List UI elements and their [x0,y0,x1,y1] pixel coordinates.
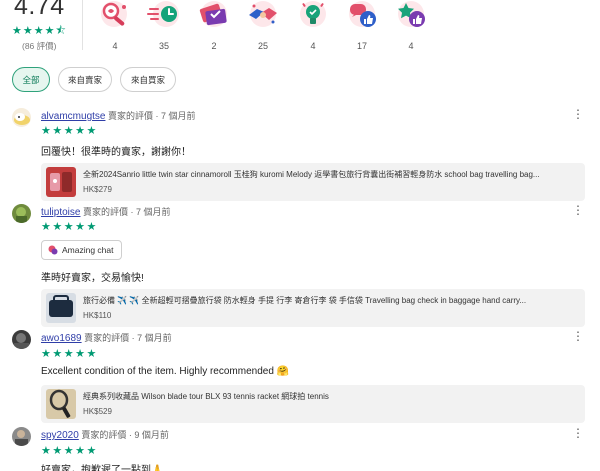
badge-count: 17 [356,41,367,51]
badge-count: 25 [257,41,268,51]
review-item: tuliptoise 賣家的評價 · 7 個月前 ⋮ ★★★★★ Amazing… [0,202,600,327]
avatar-image-icon [12,427,31,446]
badge-fast-clock[interactable]: 35 [144,0,184,51]
avatar[interactable] [12,330,31,349]
review-header: alvamcmugtse 賣家的評價 · 7 個月前 [41,109,196,122]
review-stars: ★★★★★ [41,221,98,233]
product-title: 全新2024Sanrio little twin star cinnamorol… [83,170,540,179]
avatar-image-icon [12,204,31,223]
filter-from-buyer-chip[interactable]: 來自買家 [120,67,176,92]
review-meta: 賣家的評價 · 7 個月前 [84,333,172,343]
reviewed-product-card[interactable]: 經典系列收藏品 Wilson blade tour BLX 93 tennis … [41,385,585,423]
product-title: 旅行必備 ✈️ ✈️ 全新超輕可摺疊旅行袋 防水輕身 手提 行李 寄倉行李 袋 … [83,296,527,305]
review-tag-chip: Amazing chat [41,240,122,260]
badge-magnifier-heart[interactable]: 4 [95,0,135,51]
product-thumbnail [46,389,76,419]
product-price: HK$110 [83,311,112,320]
avatar[interactable] [12,108,31,127]
reviewer-username[interactable]: spy2020 [41,430,79,441]
chat-bubble-icon [48,245,58,255]
review-tag-label: Amazing chat [62,245,114,255]
review-item: awo1689 賣家的評價 · 7 個月前 ⋮ ★★★★★ Excellent … [0,326,600,424]
review-item: spy2020 賣家的評價 · 9 個月前 ⋮ ★★★★★ 好賣家，抱歉遲了一點… [0,424,600,471]
summary-divider [82,0,83,50]
review-text: 好賣家，抱歉遲了一點到🙏 [41,465,164,471]
badge-handshake[interactable]: 25 [243,0,283,51]
reviewer-username[interactable]: alvamcmugtse [41,111,105,122]
filter-from-seller-chip[interactable]: 來自賣家 [58,67,112,92]
product-image-icon [46,293,76,323]
review-meta: 賣家的評價 · 7 個月前 [107,111,196,121]
reviewer-username[interactable]: awo1689 [41,333,82,344]
review-header: spy2020 賣家的評價 · 9 個月前 [41,428,169,441]
product-title: 經典系列收藏品 Wilson blade tour BLX 93 tennis … [83,392,329,401]
product-image-icon [46,167,76,197]
badge-star-thumbs-up[interactable]: 4 [391,0,431,51]
badge-count: 35 [158,41,169,51]
avatar-image-icon [12,108,31,127]
review-stars: ★★★★★ [41,348,98,360]
badge-count: 4 [310,41,316,51]
review-meta: 賣家的評價 · 7 個月前 [82,207,171,217]
fast-clock-icon [147,1,179,27]
avatar[interactable] [12,427,31,446]
badge-ticket[interactable]: 2 [194,0,234,51]
review-text: 回覆快！很準時的賣家，謝謝你！ [41,147,191,158]
ticket-icon [199,1,227,27]
review-meta: 賣家的評價 · 9 個月前 [81,430,169,440]
badge-count: 4 [112,41,118,51]
review-stars: ★★★★★ [41,125,98,137]
review-item: alvamcmugtse 賣家的評價 · 7 個月前 ⋮ ★★★★★ 回覆快！很… [0,106,600,202]
avatar[interactable] [12,204,31,223]
badge-chat-thumbs-up[interactable]: 17 [342,0,382,51]
product-thumbnail [46,293,76,323]
product-image-icon [46,389,76,419]
badge-count: 4 [408,41,414,51]
more-options-icon[interactable]: ⋮ [572,330,584,342]
badge-count: 2 [211,41,217,51]
lightbulb-icon [300,1,326,27]
review-header: awo1689 賣家的評價 · 7 個月前 [41,331,172,344]
handshake-icon [249,1,277,27]
badge-lightbulb[interactable]: 4 [293,0,333,51]
product-price: HK$279 [83,185,112,194]
product-price: HK$529 [83,407,112,416]
more-options-icon[interactable]: ⋮ [572,108,584,120]
rating-summary: 4.74 ★★★★⯪ (86 評價) 4 35 2 25 4 17 4 [0,0,600,60]
average-stars: ★★★★⯪ [12,25,67,37]
review-count: (86 評價) [22,41,57,51]
average-score: 4.74 [14,0,65,20]
chat-thumbs-up-icon [349,1,376,27]
reviewed-product-card[interactable]: 全新2024Sanrio little twin star cinnamorol… [41,163,585,201]
review-stars: ★★★★★ [41,445,98,457]
review-text: 準時好賣家，交易愉快! [41,273,144,284]
magnifier-heart-icon [101,1,127,27]
product-thumbnail [46,167,76,197]
review-header: tuliptoise 賣家的評價 · 7 個月前 [41,205,171,218]
filter-all-chip[interactable]: 全部 [12,67,50,92]
more-options-icon[interactable]: ⋮ [572,204,584,216]
reviewer-username[interactable]: tuliptoise [41,207,80,218]
more-options-icon[interactable]: ⋮ [572,427,584,439]
review-text: Excellent condition of the item. Highly … [41,366,290,377]
star-thumbs-up-icon [398,1,425,27]
avatar-image-icon [12,330,31,349]
reviewed-product-card[interactable]: 旅行必備 ✈️ ✈️ 全新超輕可摺疊旅行袋 防水輕身 手提 行李 寄倉行李 袋 … [41,289,585,327]
